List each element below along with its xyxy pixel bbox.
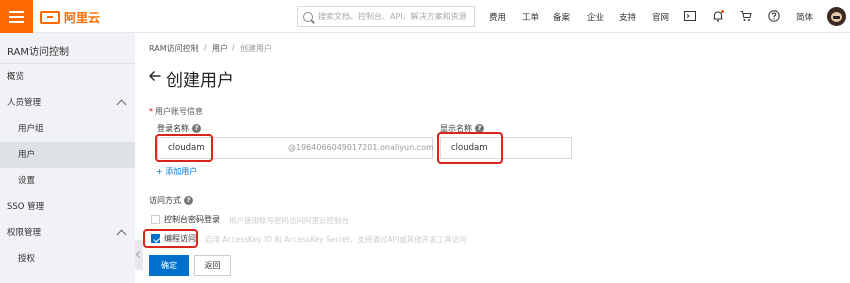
sidebar-item-overview[interactable]: 概览	[0, 64, 135, 90]
nav-billing[interactable]: 费用	[489, 11, 506, 23]
nav-support[interactable]: 支持	[619, 11, 636, 23]
sidebar-collapse-handle[interactable]	[135, 240, 143, 270]
nav-tickets[interactable]: 工单	[522, 11, 539, 23]
logo-icon	[40, 10, 60, 24]
bell-icon[interactable]	[712, 10, 724, 22]
section-account-info: * 用户账号信息	[149, 107, 203, 116]
console-login-checkbox[interactable]	[151, 215, 160, 224]
sidebar-group-identities[interactable]: 人员管理	[0, 90, 135, 116]
breadcrumb-ram[interactable]: RAM访问控制	[149, 43, 199, 54]
nav-official-site[interactable]: 官网	[652, 11, 669, 23]
cart-icon[interactable]	[740, 10, 752, 22]
add-user-link[interactable]: + 添加用户	[156, 166, 197, 177]
nav-icp[interactable]: 备案	[553, 11, 570, 23]
breadcrumb-separator: /	[232, 43, 235, 52]
back-arrow-icon[interactable]	[149, 70, 161, 82]
user-avatar[interactable]	[827, 7, 846, 26]
sidebar-item-sso[interactable]: SSO 管理	[0, 194, 135, 220]
programmatic-access-description: 启用 AccessKey ID 和 AccessKey Secret，支持通过A…	[205, 235, 467, 244]
question-icon[interactable]: ?	[184, 196, 193, 205]
login-name-label: 登录名称?	[157, 123, 201, 134]
breadcrumb-separator: /	[204, 43, 207, 52]
sidebar-title: RAM访问控制	[7, 47, 70, 58]
logo-text: 阿里云	[64, 10, 101, 25]
sidebar: RAM访问控制 概览 人员管理 用户组 用户 设置 SSO 管理 权限管理 授权	[0, 33, 135, 283]
highlight-programmatic-access	[143, 229, 198, 248]
highlight-login-name	[155, 134, 213, 162]
menu-icon[interactable]	[0, 0, 33, 33]
sidebar-item-users[interactable]: 用户	[0, 142, 135, 168]
sidebar-item-user-groups[interactable]: 用户组	[0, 116, 135, 142]
question-icon[interactable]: ?	[192, 124, 201, 133]
highlight-display-name	[437, 132, 503, 164]
aliyun-logo[interactable]: 阿里云	[40, 9, 100, 25]
search-icon	[303, 11, 313, 22]
confirm-button[interactable]: 确定	[149, 255, 189, 276]
chevron-up-icon	[116, 99, 127, 110]
plus-icon: +	[156, 167, 166, 176]
login-domain-suffix: @1964066049017201.onaliyun.com	[288, 143, 434, 152]
help-icon[interactable]	[768, 10, 780, 22]
search-box[interactable]	[297, 6, 475, 27]
access-mode-label: 访问方式?	[149, 195, 193, 206]
page-title: 创建用户	[166, 71, 234, 91]
back-button[interactable]: 返回	[194, 255, 231, 276]
sidebar-group-permissions[interactable]: 权限管理	[0, 220, 135, 246]
chevron-up-icon	[116, 229, 127, 240]
breadcrumb-users[interactable]: 用户	[212, 43, 228, 54]
breadcrumb-current: 创建用户	[240, 44, 272, 53]
search-input[interactable]	[318, 12, 473, 21]
terminal-icon[interactable]	[684, 10, 696, 22]
console-login-label[interactable]: 控制台密码登录	[164, 214, 220, 225]
language-switch[interactable]: 简体	[796, 11, 813, 23]
console-login-description: 用户使用账号密码访问阿里云控制台	[229, 216, 349, 225]
top-bar: 阿里云 费用 工单 备案 企业 支持 官网 简体	[0, 0, 850, 33]
nav-enterprise[interactable]: 企业	[587, 11, 604, 23]
sidebar-item-settings[interactable]: 设置	[0, 168, 135, 194]
sidebar-item-grants[interactable]: 授权	[0, 246, 135, 272]
